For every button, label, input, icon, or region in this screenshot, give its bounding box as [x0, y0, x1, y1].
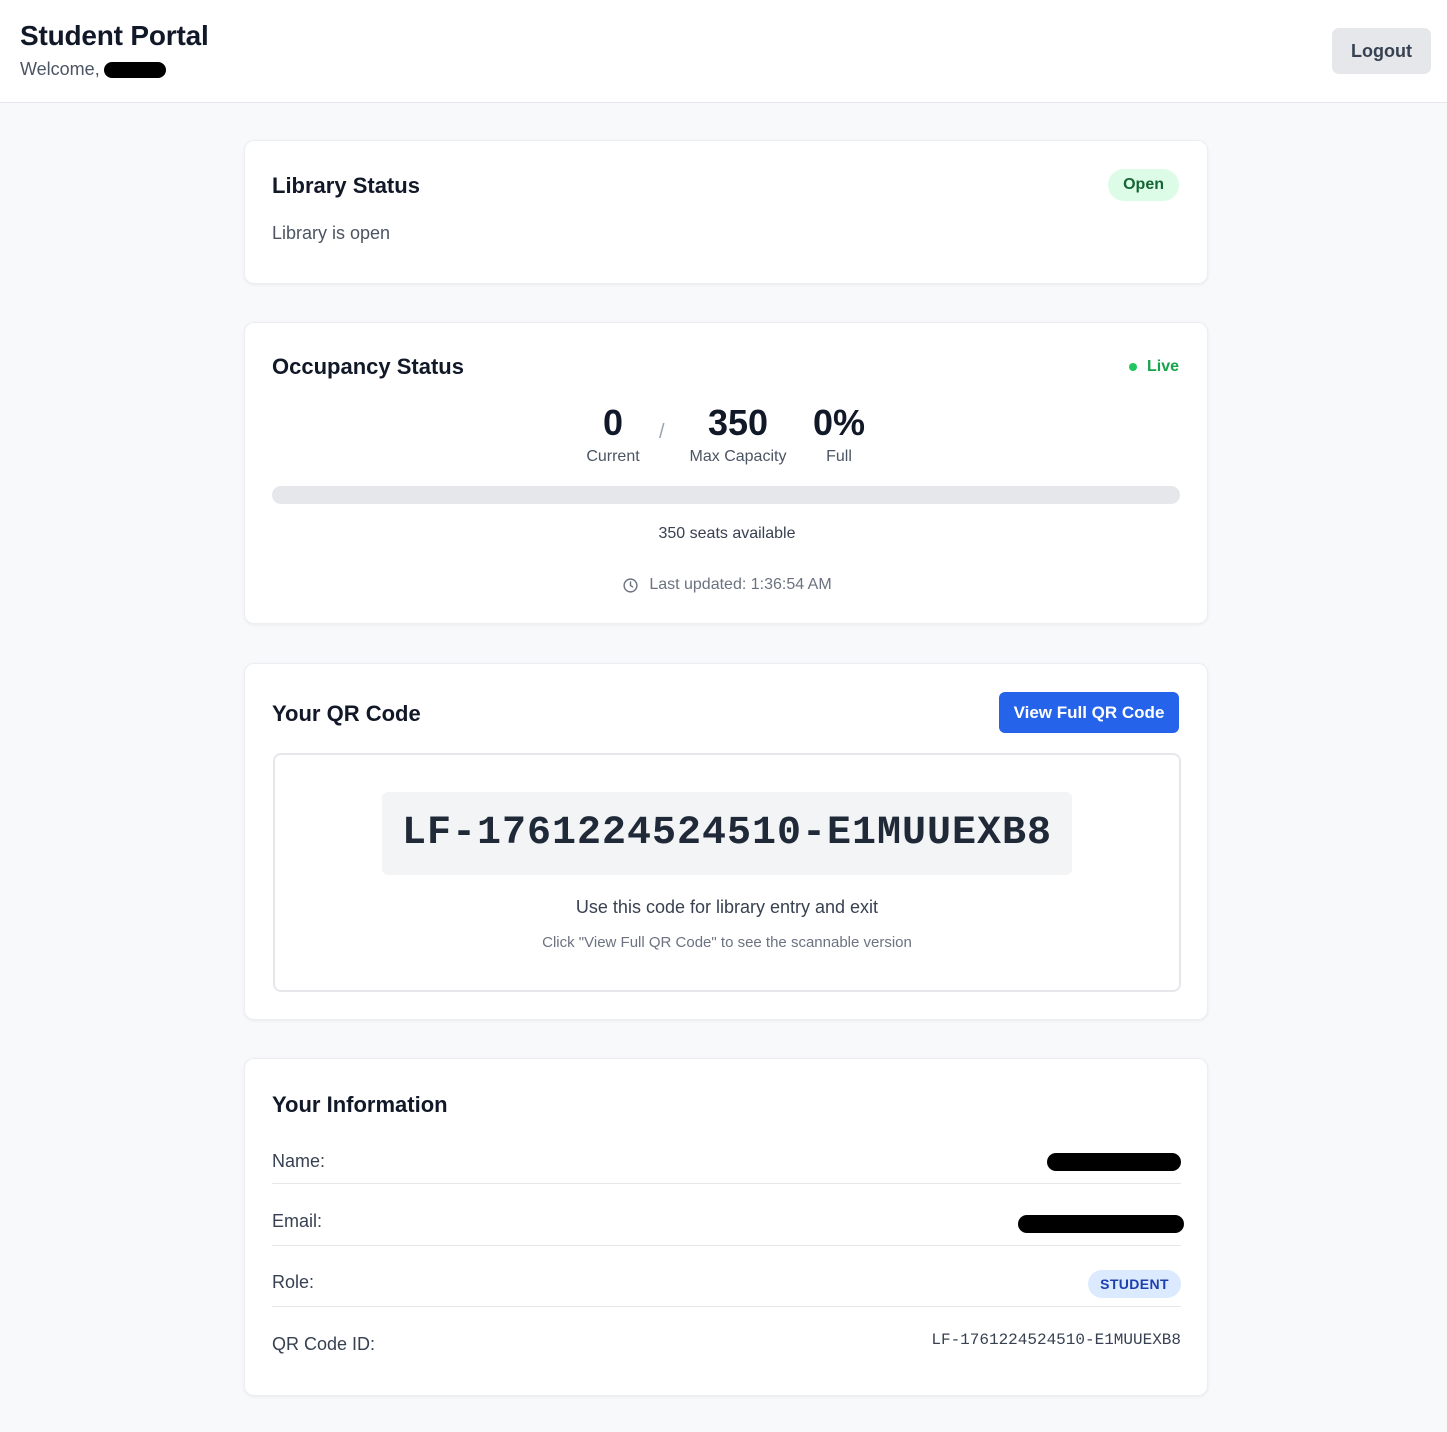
logout-button[interactable]: Logout: [1332, 28, 1431, 74]
portal-title: Student Portal: [20, 20, 209, 51]
clock-icon: [623, 577, 638, 593]
library-status-card: Library Status Open Library is open: [244, 140, 1208, 284]
redacted-name: [1047, 1153, 1181, 1171]
seats-available: 350 seats available: [658, 525, 796, 542]
name-label: Name:: [272, 1151, 326, 1171]
role-label: Role:: [272, 1272, 315, 1292]
view-full-qr-button[interactable]: View Full QR Code: [999, 692, 1179, 733]
qr-usage-text: Use this code for library entry and exit: [575, 897, 879, 917]
qr-id-value: LF-1761224524510-E1MUUEXB8: [931, 1331, 1181, 1349]
role-badge: STUDENT: [1088, 1270, 1181, 1298]
current-value: 0: [602, 402, 624, 443]
info-row-role: Role: STUDENT: [272, 1246, 1181, 1307]
info-row-email: Email:: [272, 1185, 1184, 1246]
qr-hint-text: Click "View Full QR Code" to see the sca…: [542, 934, 912, 951]
max-value: 350: [707, 402, 769, 443]
status-badge: Open: [1108, 169, 1179, 201]
user-information-title: Your Information: [272, 1092, 448, 1117]
occupancy-status-title: Occupancy Status: [272, 354, 464, 379]
live-indicator: Live: [1128, 358, 1179, 376]
percent-full: 0% Full: [804, 403, 874, 466]
qr-code-text: LF-1761224524510-E1MUUEXB8: [382, 792, 1072, 875]
top-header: Student Portal Welcome, Logout: [0, 0, 1447, 103]
info-row-name: Name:: [272, 1123, 1181, 1184]
user-information-card: Your Information Name: Email: Role: STUD…: [244, 1058, 1208, 1396]
email-label: Email:: [272, 1211, 323, 1231]
library-status-message: Library is open: [272, 223, 391, 243]
last-updated: Last updated: 1:36:54 AM: [245, 576, 1209, 594]
qr-id-label: QR Code ID:: [272, 1334, 376, 1354]
live-dot-icon: [1128, 363, 1137, 371]
current-occupancy: 0 Current: [579, 403, 647, 466]
percent-label: Full: [826, 448, 852, 465]
welcome-label: Welcome,: [20, 59, 100, 79]
qr-code-card: Your QR Code View Full QR Code LF-176122…: [244, 663, 1208, 1020]
max-label: Max Capacity: [689, 448, 787, 465]
last-updated-text: Last updated: 1:36:54 AM: [649, 576, 832, 593]
occupancy-status-card: Occupancy Status Live 0 Current / 350 Ma…: [244, 322, 1208, 624]
redacted-email: [1018, 1215, 1184, 1233]
current-label: Current: [586, 448, 640, 465]
percent-value: 0%: [812, 402, 866, 443]
info-row-qr-id: QR Code ID: LF-1761224524510-E1MUUEXB8: [272, 1307, 1181, 1368]
qr-code-title: Your QR Code: [272, 701, 421, 726]
occupancy-progress-bar: [272, 486, 1180, 504]
redacted-username: [103, 61, 166, 78]
separator: /: [659, 421, 665, 443]
library-status-title: Library Status: [272, 173, 420, 198]
qr-code-panel: LF-1761224524510-E1MUUEXB8 Use this code…: [273, 753, 1181, 992]
welcome-text: Welcome,: [20, 59, 166, 80]
live-label: Live: [1146, 358, 1179, 375]
max-capacity: 350 Max Capacity: [683, 403, 793, 466]
